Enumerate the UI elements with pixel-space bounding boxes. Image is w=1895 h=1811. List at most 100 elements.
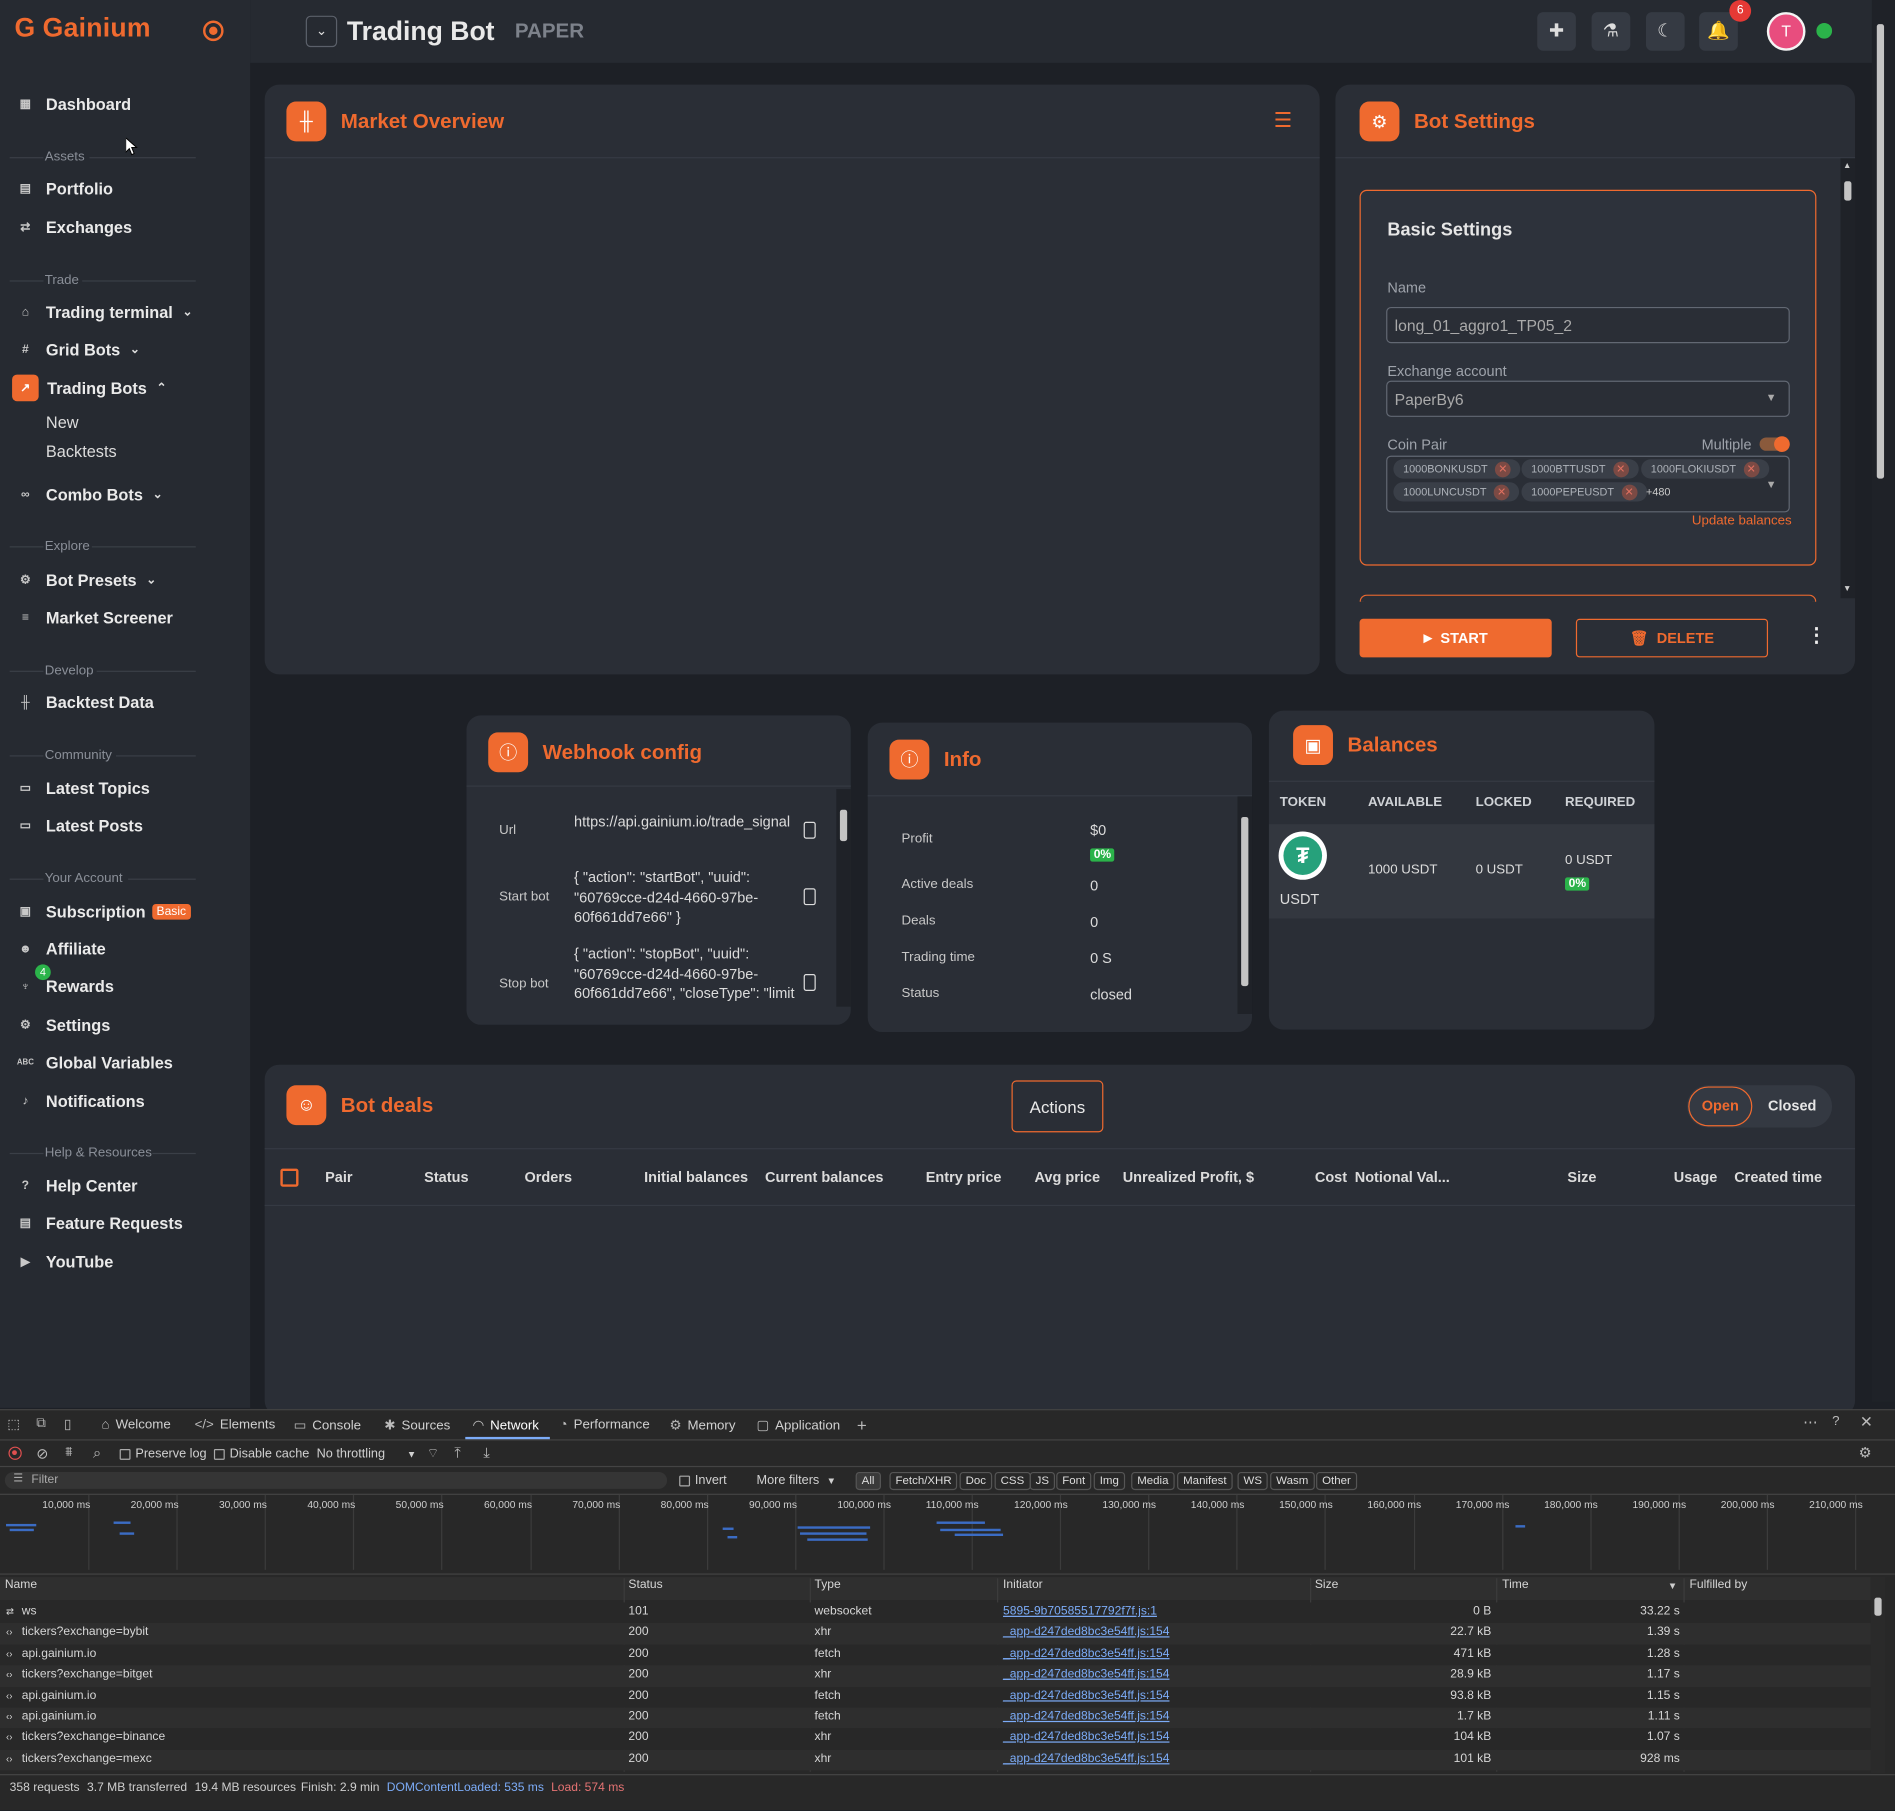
column-header-cost[interactable]: Cost	[1315, 1169, 1347, 1186]
type-filter-js[interactable]: JS	[1029, 1471, 1056, 1491]
moon-icon[interactable]: ☾	[1645, 12, 1685, 51]
settings-scrollbar-thumb[interactable]	[1844, 181, 1852, 201]
multiple-toggle[interactable]	[1759, 436, 1790, 452]
column-header-size[interactable]: Size	[1567, 1169, 1596, 1186]
more-vertical-icon[interactable]: ⋮	[1807, 624, 1826, 648]
device-toggle-icon[interactable]: ⧉	[36, 1416, 45, 1432]
remove-chip-icon[interactable]: ✕	[1494, 461, 1511, 477]
type-filter-wasm[interactable]: Wasm	[1270, 1471, 1315, 1491]
table-row[interactable]	[0, 1644, 1871, 1666]
scroll-down-icon[interactable]: ▼	[1843, 585, 1851, 593]
column-header-time[interactable]: Time	[1502, 1578, 1528, 1600]
filter-input[interactable]: Filter	[4, 1471, 668, 1489]
upload-icon[interactable]: ⤒	[454, 1444, 460, 1462]
request-initiator[interactable]: _app-d247ded8bc3e54ff.js:154	[1003, 1626, 1169, 1639]
settings-gear-icon[interactable]: ⚙	[1859, 1444, 1872, 1461]
copy-icon[interactable]	[803, 974, 816, 991]
sliders-icon[interactable]: ☰	[1274, 109, 1292, 133]
actions-button[interactable]: Actions	[1011, 1080, 1104, 1133]
throttling-select[interactable]: No throttling ▼	[317, 1447, 417, 1462]
request-initiator[interactable]: _app-d247ded8bc3e54ff.js:154	[1003, 1647, 1169, 1660]
column-header-status[interactable]: Status	[628, 1578, 662, 1600]
type-filter-img[interactable]: Img	[1093, 1471, 1125, 1491]
table-row[interactable]	[0, 1623, 1871, 1645]
column-header-current-balances[interactable]: Current balances	[765, 1169, 883, 1186]
sidebar-item-subscription[interactable]: ▣ Subscription Basic	[10, 895, 234, 926]
type-filter-other[interactable]: Other	[1316, 1471, 1357, 1491]
sidebar-item-latest-posts[interactable]: ▭ Latest Posts	[10, 810, 234, 841]
copy-icon[interactable]	[803, 821, 816, 839]
column-header-type[interactable]: Type	[815, 1578, 841, 1600]
devtools-tab-application[interactable]: ▢ Application	[757, 1418, 841, 1433]
dock-icon[interactable]: ▯	[64, 1416, 71, 1433]
sidebar-item-global-variables[interactable]: ABC Global Variables	[10, 1047, 234, 1078]
coin-chip[interactable]: 1000BONKUSDT ✕	[1393, 459, 1521, 479]
coin-chip[interactable]: 1000PEPEUSDT ✕	[1521, 482, 1647, 502]
devtools-tab-sources[interactable]: ✱ Sources	[384, 1418, 450, 1433]
column-header-pair[interactable]: Pair	[325, 1169, 352, 1186]
add-widget-icon[interactable]: ✚	[1537, 12, 1576, 51]
more-filters-dropdown[interactable]: More filters ▼	[757, 1473, 837, 1488]
sidebar-item-exchanges[interactable]: ⇄ Exchanges	[10, 211, 234, 242]
type-filter-ws[interactable]: WS	[1237, 1471, 1269, 1491]
main-scrollbar-thumb[interactable]	[1876, 24, 1885, 479]
sidebar-item-settings[interactable]: ⚙ Settings	[10, 1009, 234, 1040]
remove-chip-icon[interactable]: ✕	[1621, 484, 1637, 500]
request-initiator[interactable]: 5895-9b70585517792f7f.js:1	[1003, 1605, 1157, 1618]
select-all-checkbox[interactable]	[280, 1168, 299, 1187]
update-balances-link[interactable]: Update balances	[1692, 514, 1792, 529]
table-row[interactable]	[0, 1749, 1871, 1771]
sidebar-item-dashboard[interactable]: ▦ Dashboard	[10, 88, 234, 119]
open-tab[interactable]: Open	[1688, 1086, 1753, 1127]
start-button[interactable]: ▶ START	[1359, 618, 1552, 658]
network-conditions-icon[interactable]: ⌔	[427, 1445, 440, 1462]
column-header-entry-price[interactable]: Entry price	[926, 1169, 1002, 1186]
sidebar-item-combo-bots[interactable]: ∞ Combo Bots ⌄	[10, 479, 234, 510]
remove-chip-icon[interactable]: ✕	[1743, 461, 1760, 477]
sidebar-item-trading-bots[interactable]: ↗ Trading Bots ⌃	[10, 372, 234, 403]
request-initiator[interactable]: _app-d247ded8bc3e54ff.js:154	[1003, 1731, 1169, 1744]
settings-scrollbar[interactable]	[1840, 158, 1856, 599]
table-row[interactable]	[0, 1665, 1871, 1687]
request-initiator[interactable]: _app-d247ded8bc3e54ff.js:154	[1003, 1710, 1169, 1723]
column-header-size[interactable]: Size	[1315, 1578, 1339, 1600]
sidebar-item-feature-requests[interactable]: ▤ Feature Requests	[10, 1207, 234, 1238]
column-header-usage[interactable]: Usage	[1674, 1169, 1718, 1186]
remove-chip-icon[interactable]: ✕	[1493, 484, 1510, 500]
devtools-tab-performance[interactable]: ◔ Performance	[560, 1418, 650, 1433]
sidebar-item-backtests[interactable]: Backtests	[46, 442, 117, 460]
coin-chip[interactable]: 1000BTTUSDT ✕	[1521, 459, 1639, 479]
more-options-icon[interactable]: ⋯	[1803, 1414, 1818, 1431]
sidebar-item-new[interactable]: New	[46, 413, 79, 431]
column-header-name[interactable]: Name	[5, 1578, 37, 1600]
column-header-orders[interactable]: Orders	[524, 1169, 572, 1186]
sidebar-item-notifications[interactable]: ♪ Notifications	[10, 1085, 234, 1116]
type-filter-css[interactable]: CSS	[994, 1471, 1031, 1491]
search-icon[interactable]: ⌕	[93, 1444, 101, 1462]
column-header-status[interactable]: Status	[424, 1169, 468, 1186]
webhook-scrollbar-thumb[interactable]	[839, 809, 848, 842]
help-icon[interactable]: ?	[1832, 1414, 1839, 1429]
add-tab-icon[interactable]: +	[857, 1415, 867, 1434]
column-header-created-time[interactable]: Created time	[1734, 1169, 1822, 1186]
filter-icon[interactable]: ⩩	[65, 1445, 72, 1461]
avatar[interactable]: T	[1766, 12, 1806, 51]
table-row[interactable]	[0, 1707, 1871, 1729]
closed-tab[interactable]: Closed	[1760, 1086, 1825, 1126]
preserve-log-checkbox[interactable]: Preserve log	[119, 1447, 207, 1461]
clear-icon[interactable]: ⊘	[36, 1445, 48, 1462]
sidebar-item-bot-presets[interactable]: ⚙ Bot Presets ⌄	[10, 564, 234, 595]
request-initiator[interactable]: _app-d247ded8bc3e54ff.js:154	[1003, 1689, 1169, 1702]
network-timeline-overview[interactable]: 10,000 ms 20,000 ms 30,000 ms 40,000 ms 50,0…	[0, 1494, 1883, 1574]
type-filter-media[interactable]: Media	[1131, 1471, 1175, 1491]
record-icon[interactable]	[8, 1446, 22, 1460]
table-row[interactable]	[0, 1728, 1871, 1750]
column-header-avg-price[interactable]: Avg price	[1034, 1169, 1100, 1186]
column-header-initiator[interactable]: Initiator	[1003, 1578, 1043, 1600]
devtools-tab-console[interactable]: ▭ Console	[294, 1418, 361, 1433]
sidebar-item-latest-topics[interactable]: ▭ Latest Topics	[10, 772, 234, 803]
type-filter-doc[interactable]: Doc	[959, 1471, 993, 1491]
sidebar-item-affiliate[interactable]: ☻ Affiliate	[10, 933, 234, 964]
sidebar-item-portfolio[interactable]: ▤ Portfolio	[10, 173, 234, 204]
devtools-tab-elements[interactable]: </> Elements	[195, 1418, 276, 1433]
